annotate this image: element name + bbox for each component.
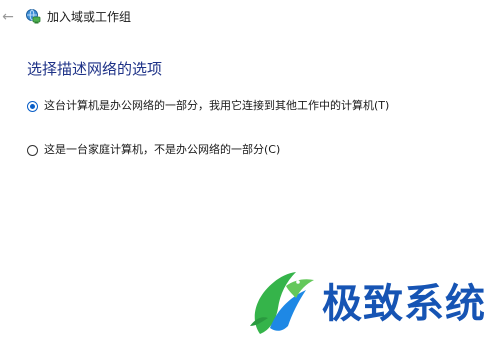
title-bar: ← 加入域或工作组 <box>0 0 502 34</box>
home-computer-radio[interactable] <box>27 144 38 156</box>
watermark-text: 极致系统 <box>322 281 486 327</box>
dragon-logo-icon <box>250 272 314 334</box>
work-network-label: 这台计算机是办公网络的一部分，我用它连接到其他工作中的计算机(T) <box>44 99 390 112</box>
window-title: 加入域或工作组 <box>47 10 132 24</box>
option-home-computer[interactable]: 这是一台家庭计算机，不是办公网络的一部分(C) <box>27 141 280 159</box>
work-network-radio[interactable] <box>27 100 38 112</box>
option-work-network[interactable]: 这台计算机是办公网络的一部分，我用它连接到其他工作中的计算机(T) <box>27 97 389 115</box>
home-computer-label: 这是一台家庭计算机，不是办公网络的一部分(C) <box>44 143 281 156</box>
page-heading: 选择描述网络的选项 <box>27 60 163 78</box>
network-domain-icon <box>26 9 41 24</box>
back-arrow-icon[interactable]: ← <box>0 8 16 26</box>
